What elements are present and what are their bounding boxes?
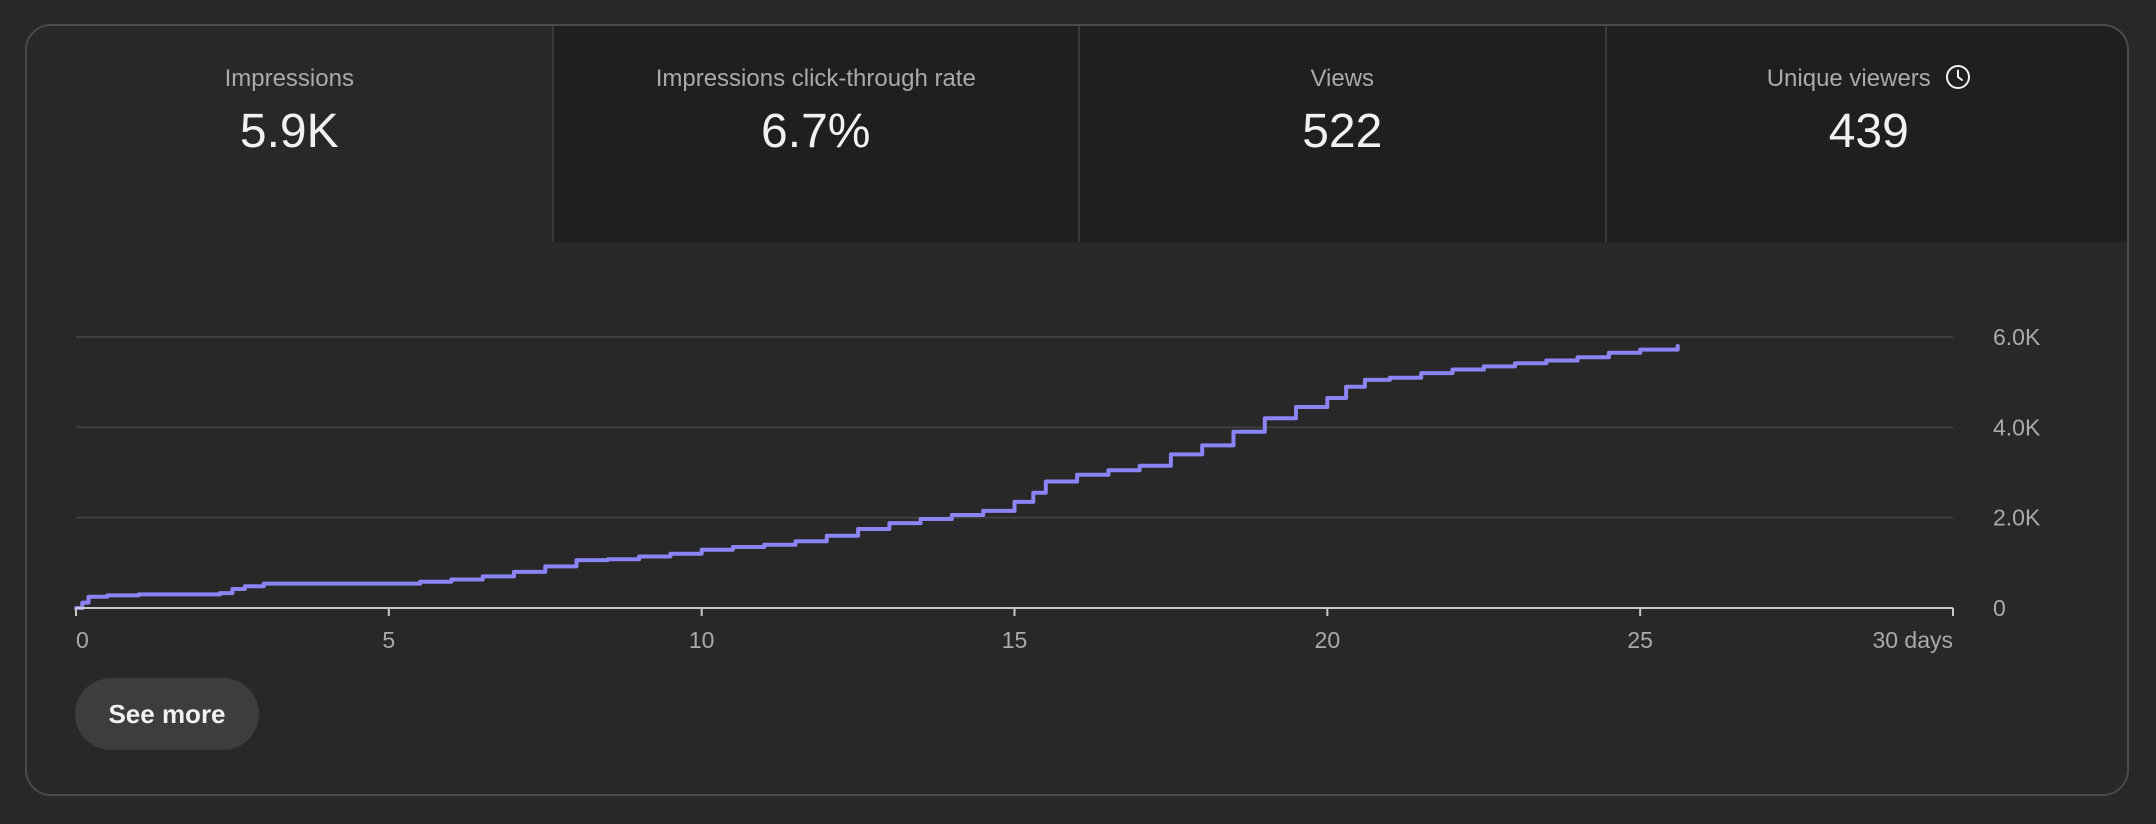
impressions-card: Impressions 5.9K Impressions click-throu… <box>25 24 2129 796</box>
tab-label: Views <box>1310 65 1375 92</box>
y-tick-label: 6.0K <box>1993 324 2041 350</box>
x-tick-label: 20 <box>1315 627 1341 653</box>
x-tick-label: 5 <box>382 627 395 653</box>
tab-label: Impressions <box>224 65 354 92</box>
tab-label: Impressions click-through rate <box>655 65 976 92</box>
x-tick-label: 10 <box>689 627 715 653</box>
tab-views[interactable]: Views 522 <box>1078 26 1605 242</box>
tab-value: 439 <box>1828 105 1909 158</box>
clock-icon[interactable] <box>1945 64 1971 90</box>
tab-unique-viewers[interactable]: Unique viewers 439 <box>1604 26 2127 242</box>
series-layer <box>74 344 1680 610</box>
see-more-button[interactable]: See more <box>75 678 259 750</box>
tab-label: Unique viewers <box>1767 64 1971 94</box>
x-tick-label: 30 days <box>1872 627 1953 653</box>
tab-value: 6.7% <box>761 105 871 158</box>
x-tick-label: 0 <box>76 627 89 653</box>
y-tick-label: 2.0K <box>1993 505 2041 531</box>
y-tick-label: 0 <box>1993 595 2006 621</box>
tab-impressions-ctr[interactable]: Impressions click-through rate 6.7% <box>551 26 1078 242</box>
tab-label-text: Unique viewers <box>1766 65 1931 92</box>
tab-value: 5.9K <box>239 105 339 158</box>
impressions-line-chart: 0 2.0K 4.0K 6.0K 0 5 10 15 20 25 30 days <box>74 324 2041 653</box>
x-tick-label: 15 <box>1002 627 1028 653</box>
tab-impressions[interactable]: Impressions 5.9K <box>27 26 552 242</box>
metric-tabs: Impressions 5.9K Impressions click-throu… <box>27 26 2127 242</box>
tab-value: 522 <box>1302 105 1383 158</box>
axis-layer: 0 2.0K 4.0K 6.0K 0 5 10 15 20 25 30 days <box>75 324 2041 653</box>
gridlines <box>76 336 1953 519</box>
series-line <box>74 344 1680 610</box>
x-tick-label: 25 <box>1627 627 1653 653</box>
y-tick-label: 4.0K <box>1993 414 2041 440</box>
